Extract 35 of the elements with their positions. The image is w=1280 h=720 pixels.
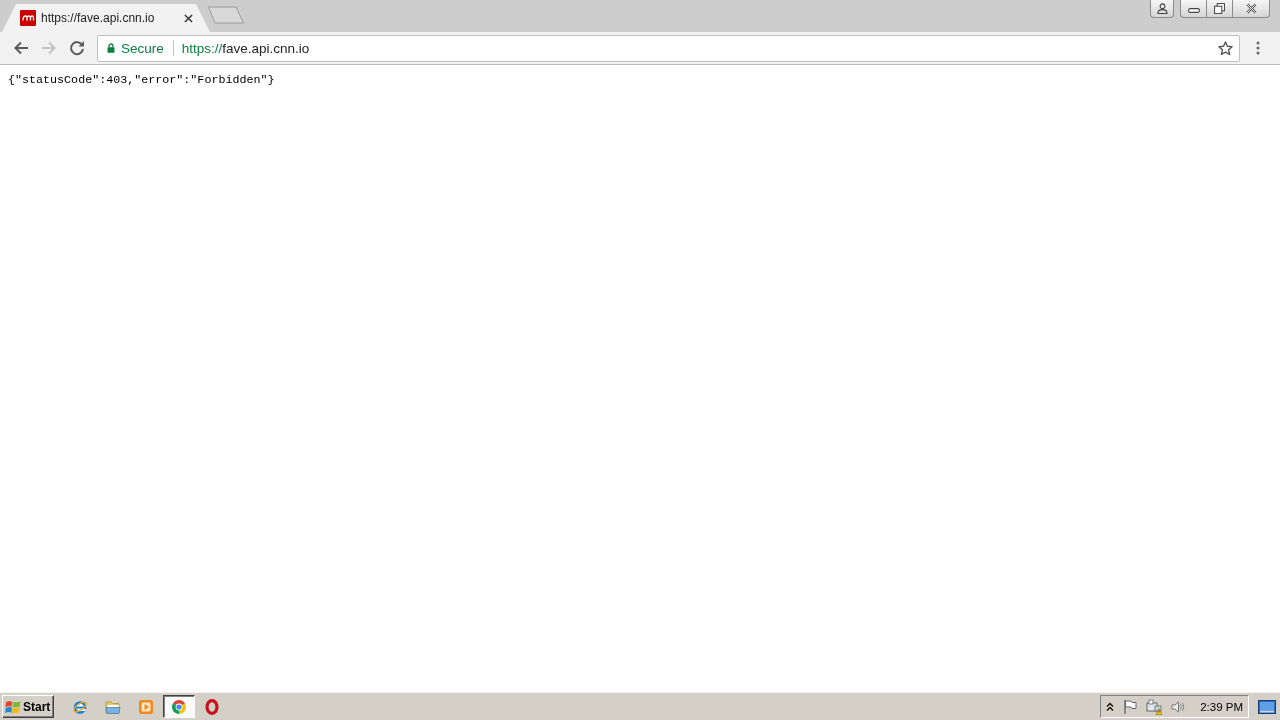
url-text: https://fave.api.cnn.io: [181, 40, 310, 56]
arrow-left-icon: [13, 40, 29, 56]
profile-button[interactable]: [1150, 0, 1174, 18]
star-icon[interactable]: [1218, 40, 1233, 56]
lock-icon: [107, 43, 115, 53]
close-icon[interactable]: [184, 13, 193, 23]
close-icon: [1245, 3, 1257, 14]
site-logo-icon: [20, 10, 36, 26]
browser-tab[interactable]: https://fave.api.cnn.io: [2, 4, 210, 32]
restore-icon: [1214, 3, 1225, 14]
clock-text[interactable]: 2:39 PM: [1200, 700, 1243, 713]
close-window-button[interactable]: [1232, 0, 1270, 18]
response-text: {"statusCode":403,"error":"Forbidden"}: [8, 73, 275, 88]
ring-icon: [204, 698, 220, 715]
taskbar-button[interactable]: [163, 695, 195, 718]
security-label: Secure: [121, 40, 164, 56]
start-button[interactable]: Start: [2, 695, 54, 718]
windows-flag-icon: [5, 698, 21, 715]
restore-button[interactable]: [1206, 0, 1232, 18]
person-icon: [1156, 3, 1168, 14]
folder-icon: [105, 698, 121, 715]
reload-icon: [69, 40, 85, 56]
play-icon: [138, 698, 154, 715]
address-field[interactable]: Secure https://fave.api.cnn.io: [97, 34, 1240, 62]
wheel-icon: [171, 698, 187, 715]
globe-icon: [72, 698, 88, 715]
minimize-button[interactable]: [1180, 0, 1206, 18]
network-warning-icon[interactable]: [1146, 698, 1163, 715]
vertical-dots-icon: [1256, 41, 1260, 55]
chevron-up-icon[interactable]: [1106, 701, 1115, 712]
show-desktop-icon[interactable]: [1258, 699, 1276, 714]
minimize-icon: [1187, 7, 1200, 13]
arrow-right-icon: [41, 40, 57, 56]
flag-icon[interactable]: [1122, 698, 1139, 715]
speaker-icon[interactable]: [1170, 698, 1187, 715]
